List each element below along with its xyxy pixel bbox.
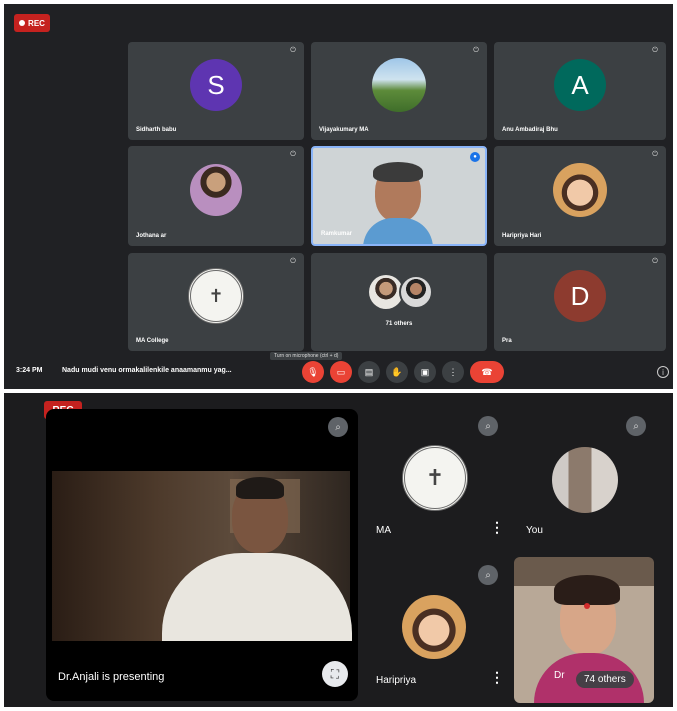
participant-name: You — [526, 525, 543, 536]
avatar: A — [554, 59, 606, 112]
end-call-icon: ☎ — [481, 366, 493, 377]
participant-tile[interactable]: ⏻ Jothana ar — [128, 146, 304, 246]
present-button[interactable]: ▣ — [414, 361, 436, 383]
participant-name: Anu Ambadiraj Bhu — [502, 127, 558, 133]
avatar — [399, 275, 433, 309]
participant-name: MA — [376, 525, 391, 536]
avatar: D — [554, 270, 606, 323]
meeting-time: 3:24 PM — [16, 367, 43, 374]
avatar — [372, 58, 426, 113]
avatar — [369, 275, 403, 309]
participant-name: Sidharth babu — [136, 127, 177, 133]
kebab-icon: ⋮ — [448, 366, 458, 377]
participant-tile[interactable]: ⏻ S Sidharth babu — [128, 42, 304, 140]
present-icon: ▣ — [420, 366, 430, 377]
recording-badge: REC — [14, 14, 50, 32]
captions-button[interactable]: ▤ — [358, 361, 380, 383]
mic-off-icon: ⏻ — [473, 47, 479, 54]
others-count-chip[interactable]: 74 others — [576, 671, 634, 688]
record-dot-icon — [19, 20, 26, 26]
camera-off-icon: ▭ — [336, 366, 346, 377]
participant-name: Haripriya Hari — [502, 233, 542, 239]
participant-name: Jothana ar — [136, 233, 167, 239]
mic-off-icon: ⏻ — [652, 258, 658, 265]
participant-tile[interactable]: ⏻ Vijayakumary MA — [311, 42, 487, 140]
participant-tile[interactable]: ⏻ A Anu Ambadiraj Bhu — [494, 42, 666, 140]
mic-off-icon: 🎙 — [307, 366, 319, 377]
leave-call-button[interactable]: ☎ — [470, 361, 504, 383]
avatar: S — [190, 59, 242, 112]
raise-hand-button[interactable]: ✋ — [386, 361, 408, 383]
fullscreen-icon: ⛶ — [330, 666, 340, 681]
hand-icon: ✋ — [391, 366, 403, 377]
fullscreen-button[interactable]: ⛶ — [322, 661, 348, 687]
others-count: 71 others — [385, 321, 413, 327]
mic-off-icon: ⏻ — [652, 47, 658, 54]
info-icon: i — [662, 367, 664, 377]
avatar — [553, 163, 607, 217]
search-icon[interactable]: ⌕ — [478, 565, 498, 585]
meeting-screen-presenting: REC ⌕ Dr.Anjali is presenting ⛶ ⌕ ✝ MA ⋮… — [4, 393, 673, 707]
search-icon[interactable]: ⌕ — [626, 416, 646, 436]
avatar — [190, 164, 242, 216]
participant-name: Haripriya — [376, 675, 417, 686]
participant-name: Pra — [502, 338, 512, 344]
camera-toggle-button[interactable]: ▭ — [330, 361, 352, 383]
participant-tile[interactable]: ⏻ ✝ MA College — [128, 253, 304, 351]
avatar — [552, 447, 618, 513]
participant-name: MA College — [136, 338, 169, 344]
captions-icon: ▤ — [364, 366, 374, 377]
presenter-video — [52, 471, 352, 641]
speaking-indicator-icon: ● — [470, 152, 480, 162]
meeting-screen-grid: REC ⏻ S Sidharth babu ⏻ Vijayakumary MA … — [4, 4, 673, 389]
presentation-tile[interactable]: ⌕ Dr.Anjali is presenting ⛶ — [46, 409, 358, 701]
meeting-details-button[interactable]: i — [657, 366, 669, 378]
mic-off-icon: ⏻ — [290, 47, 296, 54]
participant-name: Vijayakumary MA — [319, 127, 369, 133]
participant-name: Dr — [554, 670, 565, 681]
recording-label: REC — [28, 18, 45, 28]
mic-off-icon: ⏻ — [290, 151, 296, 158]
more-options-button[interactable]: ⋮ — [442, 361, 464, 383]
participant-name: Ramkumar — [321, 231, 353, 237]
participant-tile[interactable]: ⏻ D Pra — [494, 253, 666, 351]
meeting-title: Nadu mudi venu ormakalilenkile anaamanmu… — [62, 367, 232, 374]
mic-off-icon: ⏻ — [652, 151, 658, 158]
microphone-toggle-button[interactable]: 🎙 — [302, 361, 324, 383]
microphone-tooltip: Turn on microphone (ctrl + d) — [270, 352, 343, 360]
presenting-label: Dr.Anjali is presenting — [58, 671, 165, 683]
others-tile[interactable]: 71 others — [311, 253, 487, 351]
search-icon[interactable]: ⌕ — [478, 416, 498, 436]
mic-off-icon: ⏻ — [290, 258, 296, 265]
college-emblem-icon: ✝ — [402, 445, 468, 511]
active-speaker-tile[interactable]: ● Ramkumar — [311, 146, 487, 246]
search-icon[interactable]: ⌕ — [328, 417, 348, 437]
speaker-video — [363, 162, 433, 244]
more-options-kebab-icon[interactable]: ⋮ — [490, 519, 504, 536]
participant-tile[interactable]: ⏻ Haripriya Hari — [494, 146, 666, 246]
college-emblem-icon: ✝ — [188, 268, 244, 325]
avatar — [402, 595, 466, 659]
more-options-kebab-icon[interactable]: ⋮ — [490, 669, 504, 686]
